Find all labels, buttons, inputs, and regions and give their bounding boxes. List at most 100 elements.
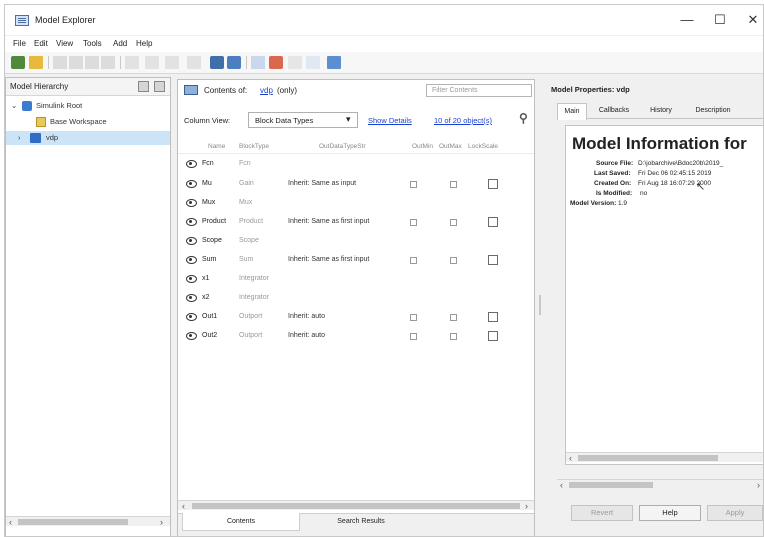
properties-scrollbar[interactable]: ‹ › (557, 479, 763, 490)
hierarchy-scrollbar[interactable]: ‹ › (6, 516, 170, 527)
dialog-view-icon[interactable] (327, 56, 341, 69)
contents-model-link[interactable]: vdp (260, 86, 273, 95)
tab-contents[interactable]: Contents (182, 513, 300, 531)
lockscale-checkbox[interactable] (488, 312, 498, 322)
scroll-thumb[interactable] (569, 482, 653, 488)
outmin-field[interactable] (410, 219, 417, 226)
lockscale-checkbox[interactable] (488, 179, 498, 189)
lockscale-checkbox[interactable] (488, 331, 498, 341)
lockscale-checkbox[interactable] (488, 255, 498, 265)
lockscale-checkbox[interactable] (488, 217, 498, 227)
outmin-field[interactable] (410, 257, 417, 264)
scroll-left-arrow-icon[interactable]: ‹ (9, 517, 12, 527)
table-row[interactable]: Sum Sum Inherit: Same as first input (178, 251, 534, 270)
scroll-right-arrow-icon[interactable]: › (757, 480, 760, 490)
outmax-field[interactable] (450, 314, 457, 321)
column-header-name[interactable]: Name (208, 143, 225, 150)
open-folder-icon[interactable] (29, 56, 43, 69)
scroll-left-arrow-icon[interactable]: ‹ (182, 501, 185, 511)
table-row[interactable]: Scope Scope (178, 232, 534, 251)
column-header-blocktype[interactable]: BlockType (239, 143, 269, 150)
scroll-left-arrow-icon[interactable]: ‹ (569, 453, 572, 463)
model-settings-icon[interactable] (210, 56, 224, 69)
paste-icon[interactable] (85, 56, 99, 69)
row-outdatatypestr[interactable]: Inherit: auto (288, 332, 325, 339)
table-row[interactable]: x2 Integrator (178, 289, 534, 308)
column-header-outmax[interactable]: OutMax (439, 143, 462, 150)
contents-scrollbar[interactable]: ‹ › (178, 500, 534, 511)
collapse-arrow-icon[interactable]: ⌄ (11, 101, 17, 110)
tab-search-results[interactable]: Search Results (302, 514, 420, 532)
find-icon[interactable] (251, 56, 265, 69)
outmax-field[interactable] (450, 333, 457, 340)
cut-icon[interactable] (53, 56, 67, 69)
outmax-field[interactable] (450, 219, 457, 226)
table-row[interactable]: Out1 Outport Inherit: auto (178, 308, 534, 327)
scroll-thumb[interactable] (578, 455, 718, 461)
add-parameter-icon[interactable] (187, 56, 201, 69)
info-scrollbar[interactable]: ‹ (566, 452, 763, 463)
highlight-icon[interactable] (269, 56, 283, 69)
add-signal-icon[interactable] (165, 56, 179, 69)
panel-splitter-handle[interactable] (539, 295, 541, 315)
new-model-icon[interactable] (11, 56, 25, 69)
table-row[interactable]: x1 Integrator (178, 270, 534, 289)
edit-hierarchy-icon[interactable] (138, 81, 149, 92)
scroll-left-arrow-icon[interactable]: ‹ (560, 480, 563, 490)
column-view-select[interactable]: Block Data Types ▾ (248, 112, 358, 128)
scroll-thumb[interactable] (192, 503, 520, 509)
outmin-field[interactable] (410, 314, 417, 321)
row-outdatatypestr[interactable]: Inherit: Same as first input (288, 218, 369, 225)
column-header-outmin[interactable]: OutMin (412, 143, 433, 150)
scroll-right-arrow-icon[interactable]: › (525, 501, 528, 511)
revert-button[interactable]: Revert (571, 505, 633, 521)
table-row[interactable]: Mux Mux (178, 194, 534, 213)
help-button[interactable]: Help (639, 505, 701, 521)
maximize-button[interactable]: ☐ (702, 9, 738, 31)
menu-file[interactable]: File (13, 39, 26, 48)
table-row[interactable]: Mu Gain Inherit: Same as input (178, 175, 534, 194)
tab-main[interactable]: Main (557, 103, 587, 120)
grid-icon[interactable] (125, 56, 139, 69)
outmax-field[interactable] (450, 181, 457, 188)
tree-item-vdp[interactable]: › vdp (6, 131, 170, 145)
menu-edit[interactable]: Edit (34, 39, 48, 48)
hierarchy-options-icon[interactable] (154, 81, 165, 92)
tab-description[interactable]: Description (683, 104, 743, 119)
delete-icon[interactable] (101, 56, 115, 69)
copy-icon[interactable] (69, 56, 83, 69)
column-header-outdatatypestr[interactable]: OutDataTypeStr (319, 143, 366, 150)
add-block-icon[interactable] (145, 56, 159, 69)
show-filter-icon[interactable] (288, 56, 302, 69)
outmin-field[interactable] (410, 333, 417, 340)
tree-item-simulink-root[interactable]: ⌄ Simulink Root (6, 99, 170, 113)
table-row[interactable]: Fcn Fcn (178, 155, 534, 174)
close-button[interactable]: ✕ (735, 9, 763, 31)
minimize-button[interactable]: — (669, 9, 705, 31)
apply-button[interactable]: Apply (707, 505, 763, 521)
scroll-thumb[interactable] (18, 519, 128, 525)
object-count-link[interactable]: 10 of 20 object(s) (434, 116, 492, 125)
outmax-field[interactable] (450, 257, 457, 264)
row-outdatatypestr[interactable]: Inherit: Same as first input (288, 256, 369, 263)
table-row[interactable]: Out2 Outport Inherit: auto (178, 327, 534, 346)
tree-item-base-workspace[interactable]: Base Workspace (6, 115, 170, 129)
column-header-lockscale[interactable]: LockScale (468, 143, 498, 150)
scroll-right-arrow-icon[interactable]: › (160, 517, 163, 527)
data-dictionary-icon[interactable] (227, 56, 241, 69)
menu-view[interactable]: View (56, 39, 73, 48)
show-details-link[interactable]: Show Details (368, 116, 412, 125)
menu-help[interactable]: Help (136, 39, 152, 48)
menu-add[interactable]: Add (113, 39, 127, 48)
row-outdatatypestr[interactable]: Inherit: Same as input (288, 180, 356, 187)
column-filter-icon[interactable]: ⚲ (519, 111, 528, 125)
outmin-field[interactable] (410, 181, 417, 188)
filter-contents-input[interactable]: Filter Contents (426, 84, 532, 97)
tab-callbacks[interactable]: Callbacks (589, 104, 639, 119)
expand-arrow-icon[interactable]: › (18, 133, 21, 142)
table-row[interactable]: Product Product Inherit: Same as first i… (178, 213, 534, 232)
show-dialog-icon[interactable] (306, 56, 320, 69)
tab-history[interactable]: History (641, 104, 681, 119)
row-outdatatypestr[interactable]: Inherit: auto (288, 313, 325, 320)
menu-tools[interactable]: Tools (83, 39, 102, 48)
